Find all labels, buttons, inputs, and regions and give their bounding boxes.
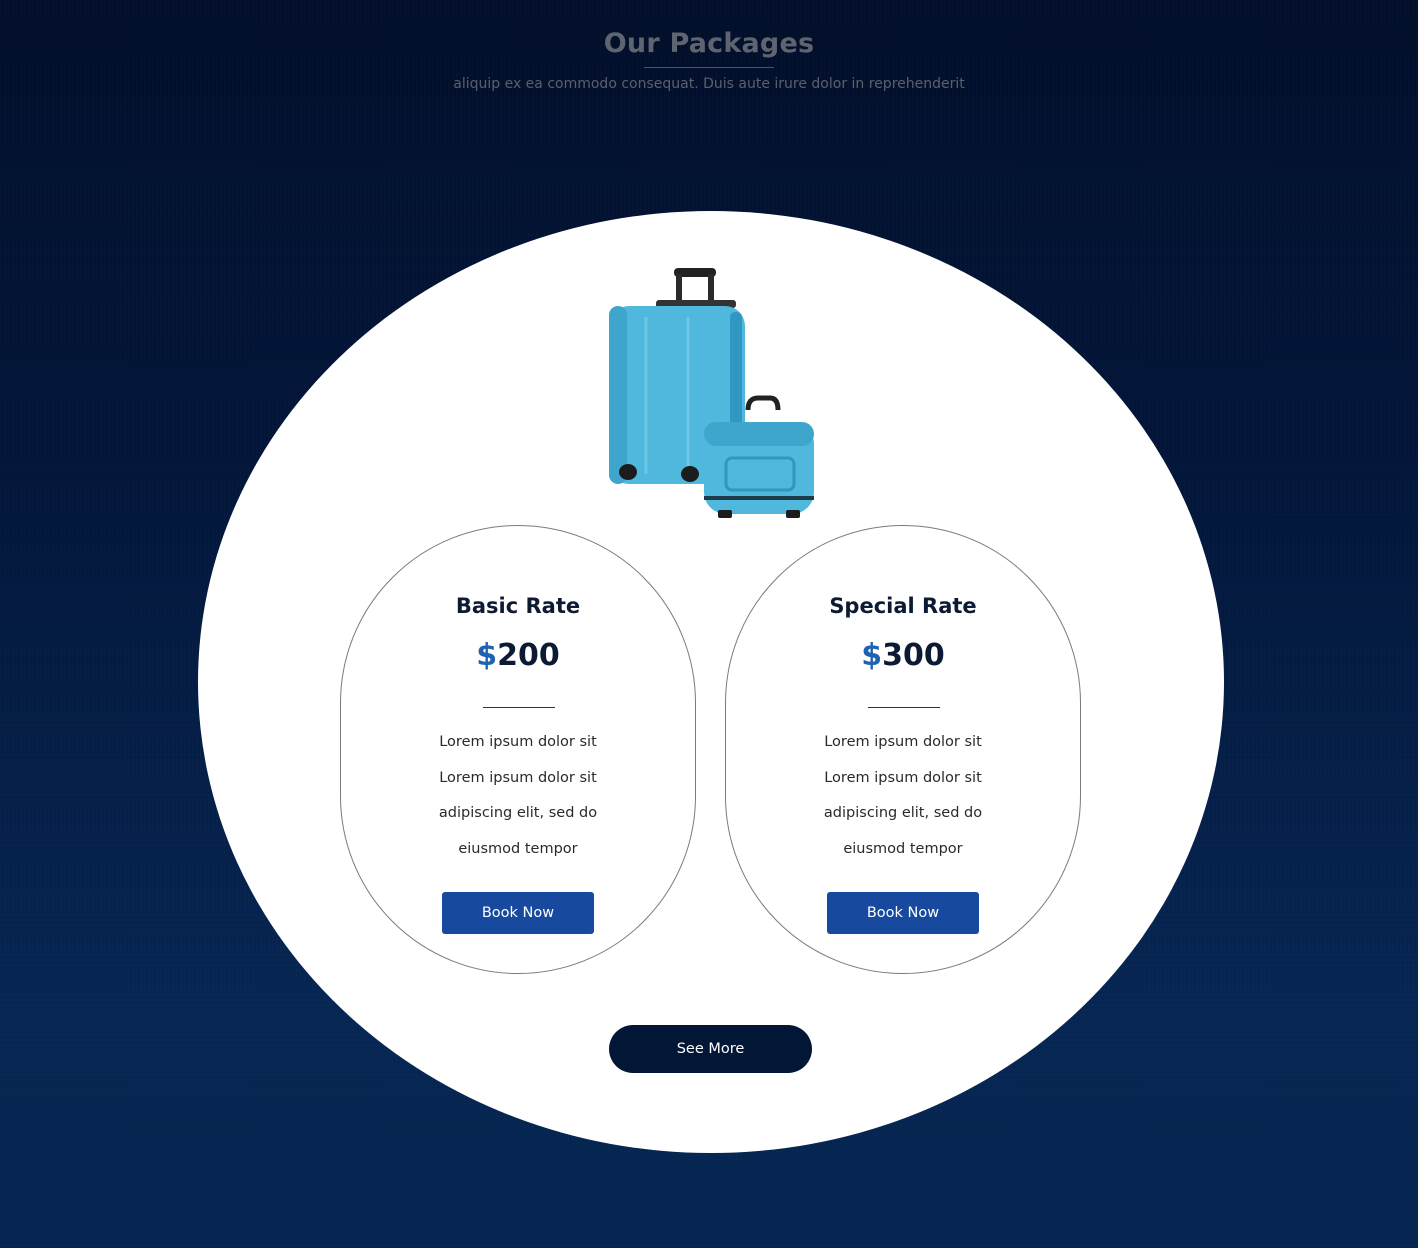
- currency-symbol: $: [476, 638, 498, 673]
- price-divider: [868, 707, 940, 708]
- luggage-image: [609, 268, 814, 518]
- book-now-button-basic[interactable]: Book Now: [442, 892, 594, 934]
- feature-list: Lorem ipsum dolor sit Lorem ipsum dolor …: [341, 725, 695, 867]
- package-title: Basic Rate: [455, 594, 581, 618]
- package-title: Special Rate: [829, 594, 977, 618]
- feature-item: Lorem ipsum dolor sit: [439, 734, 597, 750]
- feature-list: Lorem ipsum dolor sit Lorem ipsum dolor …: [726, 725, 1080, 867]
- feature-item: eiusmod tempor: [843, 840, 963, 857]
- package-price: $200: [341, 638, 695, 673]
- book-now-button-special[interactable]: Book Now: [827, 892, 979, 934]
- section-subtitle: aliquip ex ea commodo consequat. Duis au…: [453, 76, 965, 92]
- price-amount: 200: [497, 638, 560, 673]
- price-amount: 300: [882, 638, 945, 673]
- package-card-basic: Basic Rate $200 Lorem ipsum dolor sit Lo…: [340, 525, 696, 974]
- price-divider: [483, 707, 555, 708]
- title-divider: [644, 67, 774, 68]
- package-card-special: Special Rate $300 Lorem ipsum dolor sit …: [725, 525, 1081, 974]
- feature-item: Lorem ipsum dolor sit: [824, 769, 982, 786]
- section-title: Our Packages: [603, 28, 815, 59]
- currency-symbol: $: [861, 638, 883, 673]
- feature-item: eiusmod tempor: [458, 840, 578, 857]
- feature-item: adipiscing elit, sed do: [438, 805, 598, 821]
- feature-item: Lorem ipsum dolor sit: [824, 734, 982, 750]
- feature-item: Lorem ipsum dolor sit: [439, 769, 597, 786]
- section-header: Our Packages aliquip ex ea commodo conse…: [0, 28, 1418, 92]
- package-price: $300: [726, 638, 1080, 673]
- feature-item: adipiscing elit, sed do: [823, 805, 983, 821]
- see-more-button[interactable]: See More: [609, 1025, 812, 1073]
